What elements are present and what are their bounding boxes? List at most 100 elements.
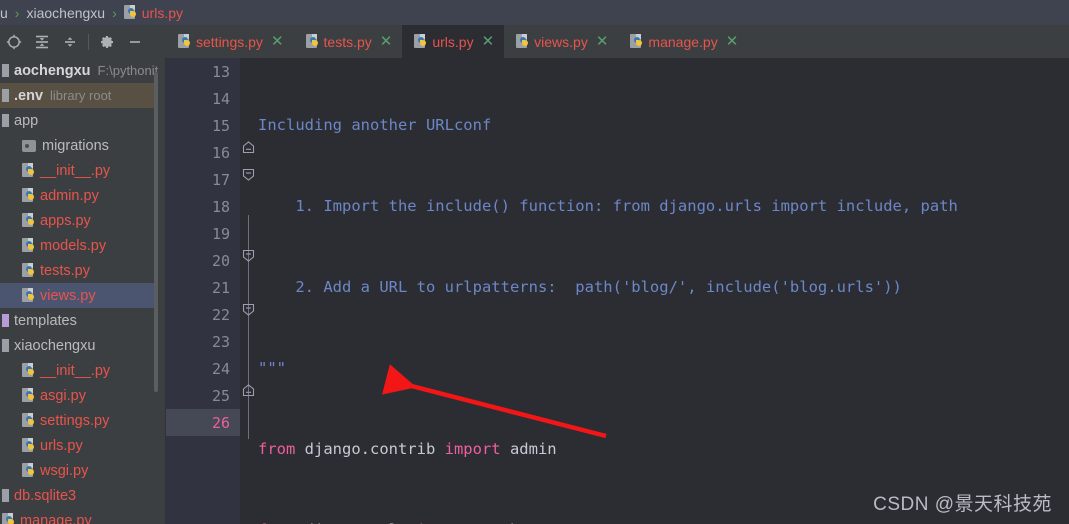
toolbar-divider — [88, 33, 89, 50]
editor-tab-settings-py[interactable]: settings.py ✕ — [166, 25, 294, 58]
tree-item-tests-py[interactable]: tests.py — [0, 258, 158, 283]
project-tree[interactable]: aochengxu F:\pythoniter .env library root ap… — [0, 58, 158, 524]
tree-item-label: tests.py — [40, 262, 90, 279]
fold-collapse-icon[interactable] — [242, 249, 255, 262]
pycharm-window: xu › xiaochengxu › urls.py — [0, 0, 1069, 524]
tree-item-models-py[interactable]: models.py — [0, 233, 158, 258]
tree-item-label: app — [14, 112, 39, 129]
sidebar-divider[interactable] — [158, 58, 166, 524]
tree-item-label: views.py — [40, 287, 96, 304]
tree-item-asgi-py[interactable]: asgi.py — [0, 383, 158, 408]
tree-item-migrations[interactable]: migrations — [0, 133, 158, 158]
python-file-icon — [178, 34, 191, 49]
editor-tab-views-py[interactable]: views.py ✕ — [504, 25, 618, 58]
tab-label: settings.py — [196, 33, 263, 50]
close-icon[interactable]: ✕ — [726, 34, 739, 49]
breadcrumb-segment-package[interactable]: xiaochengxu — [26, 5, 105, 21]
module-icon — [2, 64, 9, 77]
tree-item--env[interactable]: .env library root — [0, 83, 158, 108]
python-file-icon — [22, 188, 35, 203]
fold-collapse-icon[interactable] — [242, 384, 255, 397]
fold-guide-line — [248, 269, 249, 439]
tree-item-label: __init__.py — [40, 162, 111, 179]
editor-tab-manage-py[interactable]: manage.py ✕ — [618, 25, 748, 58]
code-line: from django.contrib import admin — [258, 440, 557, 458]
tree-item-admin-py[interactable]: admin.py — [0, 183, 158, 208]
collapse-all-icon[interactable] — [56, 29, 84, 55]
python-file-icon — [516, 34, 529, 49]
module-icon — [2, 89, 9, 102]
tree-item-db-sqlite3[interactable]: db.sqlite3 — [0, 483, 158, 508]
close-icon[interactable]: ✕ — [271, 34, 284, 49]
fold-collapse-icon[interactable] — [242, 303, 255, 316]
close-icon[interactable]: ✕ — [380, 34, 393, 49]
breadcrumb: xu › xiaochengxu › urls.py — [0, 0, 1069, 25]
tree-item-apps-py[interactable]: apps.py — [0, 208, 158, 233]
tree-item-app[interactable]: app — [0, 108, 158, 133]
tree-item-aochengxu[interactable]: aochengxu F:\pythoniter — [0, 58, 158, 83]
minimize-icon[interactable] — [121, 29, 149, 55]
line-number: 16 — [211, 143, 230, 162]
expand-all-icon[interactable] — [28, 29, 56, 55]
tree-item-templates[interactable]: templates — [0, 308, 158, 333]
tree-item-label: templates — [14, 312, 77, 329]
close-icon[interactable]: ✕ — [482, 34, 495, 49]
line-number: 18 — [211, 197, 230, 216]
python-file-icon — [305, 34, 319, 49]
python-file-icon — [22, 288, 35, 303]
fold-collapse-icon[interactable] — [242, 141, 255, 154]
tree-item---init---py[interactable]: __init__.py — [0, 358, 158, 383]
line-number: 25 — [211, 386, 230, 405]
gear-icon[interactable] — [93, 29, 121, 55]
code-folding-column[interactable] — [240, 58, 258, 524]
tree-item-views-py[interactable]: views.py — [0, 283, 158, 308]
breadcrumb-file-label: urls.py — [141, 4, 183, 21]
tree-item-label: xiaochengxu — [14, 337, 96, 354]
python-file-icon — [22, 163, 35, 178]
line-number: 14 — [211, 89, 230, 108]
breadcrumb-current-file[interactable]: urls.py — [123, 4, 183, 21]
tab-label: tests.py — [323, 33, 372, 50]
breadcrumb-separator-icon: › — [112, 4, 117, 21]
tree-item-manage-py[interactable]: manage.py — [0, 508, 158, 524]
tree-item-urls-py[interactable]: urls.py — [0, 433, 158, 458]
python-file-icon — [22, 388, 35, 403]
editor-tab-urls-py[interactable]: urls.py ✕ — [402, 25, 505, 58]
code-text: 2. Add a URL to urlpatterns: path('blog/… — [258, 278, 902, 296]
python-file-icon — [22, 213, 35, 228]
tree-item-label: aochengxu — [14, 62, 91, 79]
line-number: 19 — [211, 224, 230, 243]
module-icon — [2, 339, 9, 352]
close-icon[interactable]: ✕ — [596, 34, 609, 49]
project-toolbar — [0, 25, 166, 58]
tree-item-settings-py[interactable]: settings.py — [0, 408, 158, 433]
code-editor[interactable]: 13 14 15 16 17 18 19 20 21 22 23 24 25 26 — [166, 58, 1069, 524]
python-file-icon — [22, 263, 35, 278]
tree-item-label: apps.py — [40, 212, 91, 229]
editor-tab-bar: settings.py ✕ tests.py ✕ urls.py ✕ views.py ✕ ma… — [166, 25, 1069, 58]
fold-collapse-icon[interactable] — [242, 168, 255, 181]
python-file-icon — [414, 34, 427, 49]
breadcrumb-segment-project[interactable]: xu — [0, 5, 8, 21]
tree-item-wsgi-py[interactable]: wsgi.py — [0, 458, 158, 483]
python-file-icon — [630, 34, 643, 49]
breadcrumb-separator-icon: › — [14, 4, 20, 21]
line-number: 26 — [166, 409, 240, 436]
locate-icon[interactable] — [0, 29, 28, 55]
code-content[interactable]: Including another URLconf 1. Import the … — [258, 58, 1069, 524]
code-text: 1. Import the include() function: from d… — [258, 197, 958, 215]
tree-item-label: asgi.py — [40, 387, 86, 404]
tree-item---init---py[interactable]: __init__.py — [0, 158, 158, 183]
line-number: 17 — [211, 170, 230, 189]
python-file-icon — [22, 238, 35, 253]
code-text: """ — [258, 359, 286, 377]
module-icon — [2, 489, 9, 502]
code-line: from django.urls import path — [258, 517, 1069, 524]
tree-item-xiaochengxu[interactable]: xiaochengxu — [0, 333, 158, 358]
line-number: 15 — [211, 116, 230, 135]
tree-item-label: settings.py — [40, 412, 110, 429]
line-number: 20 — [211, 251, 230, 270]
editor-tab-tests-py[interactable]: tests.py ✕ — [294, 25, 403, 58]
module-icon — [2, 314, 9, 327]
python-file-icon — [22, 413, 35, 428]
